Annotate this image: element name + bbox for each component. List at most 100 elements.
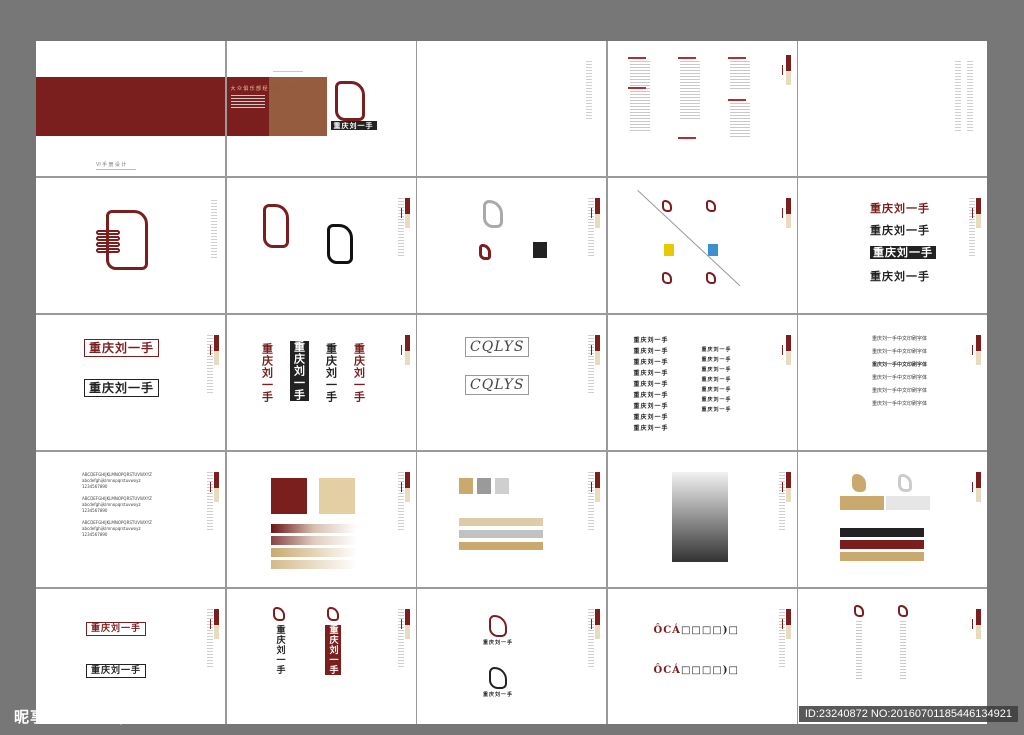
contents-list-3 — [729, 61, 750, 91]
section-tab — [591, 335, 600, 365]
site-url: www.nipic.cn — [70, 711, 161, 725]
gold-background — [840, 496, 884, 510]
font-sample: 重庆刘一手中文印刷字体 — [872, 388, 928, 394]
wordmark-vertical-red: 重庆刘一手 — [352, 343, 366, 403]
font-sample: 重庆刘一手中文印刷字体 — [872, 362, 928, 368]
contents-page — [607, 41, 797, 176]
aux-table-row — [459, 518, 543, 526]
combo-stacked-label: 重庆刘一手 — [483, 640, 514, 646]
blank-page — [417, 41, 606, 176]
font-sample: 重庆刘一手中文印刷字体 — [872, 375, 928, 381]
combo-vertical-page: 重庆刘一手 重庆刘一手 — [226, 589, 416, 724]
wordmark-vertical-inverted: 重庆刘一手 — [289, 341, 309, 401]
thumb-logo-dark-icon — [489, 667, 507, 689]
side-text — [969, 198, 975, 258]
thumb-logo-icon — [489, 615, 507, 637]
misuse-diagonal — [636, 190, 740, 287]
wordmark: 重庆刘一手 — [870, 202, 930, 215]
gold-tint-scale — [270, 548, 357, 557]
section-tab — [400, 472, 410, 502]
gold-tint-scale — [270, 560, 357, 569]
font-sample: 重庆刘一手中文印刷字体 — [872, 349, 928, 355]
section-marker — [677, 57, 696, 59]
section-tab — [781, 609, 791, 639]
font-sample: 重庆刘一手中文印刷字体 — [872, 401, 928, 407]
logo-misuse-page — [607, 178, 797, 313]
digits: 1234567890 — [82, 532, 108, 537]
wordmark-vertical-page: 重庆刘一手 重庆刘一手 重庆刘一手 重庆刘一手 — [226, 315, 416, 450]
misuse-icon — [661, 200, 672, 212]
combo-vertical-latin-page — [798, 589, 987, 724]
side-text — [211, 200, 217, 260]
section-tab — [591, 609, 600, 639]
section-tab — [210, 472, 219, 502]
misuse-icon — [705, 272, 716, 284]
aux-light-swatch — [495, 478, 509, 494]
misuse-icon — [661, 272, 672, 284]
combo-latin: ÔCÁ□□□□)□ — [653, 625, 739, 636]
font-sample: 重庆刘一手中文印刷字体 — [872, 336, 928, 342]
side-text — [967, 61, 973, 131]
contents-list-4 — [629, 91, 650, 131]
brand-red-swatch — [270, 478, 307, 514]
brand-gold-swatch — [318, 478, 355, 514]
side-text — [207, 609, 213, 669]
vertical-latin-text — [856, 621, 862, 681]
red-tint-scale — [270, 536, 357, 545]
side-text — [955, 61, 961, 131]
side-text — [588, 472, 594, 532]
latin-wordmark-grid: CQLYS — [465, 375, 530, 395]
combo-horizontal: 重庆刘一手 — [86, 621, 147, 636]
side-text — [397, 198, 404, 258]
cover-illustration — [268, 77, 327, 136]
wordmark-scale-right: 重庆刘一手 重庆刘一手 重庆刘一手 重庆刘一手 重庆刘一手 重庆刘一手 重庆刘一手 — [701, 347, 732, 413]
aux-table-row — [459, 530, 543, 538]
thumb-small-icon — [326, 607, 339, 621]
wordmark-scale-page: 重庆刘一手 重庆刘一手 重庆刘一手 重庆刘一手 重庆刘一手 重庆刘一手 重庆刘一手 重庆刘一手… — [607, 315, 797, 450]
wordmark-grid: 重庆刘一手 — [84, 339, 160, 357]
index-label: VI 手 册 设 计 — [96, 162, 127, 168]
section-tab — [781, 335, 791, 365]
section-tab — [972, 198, 981, 228]
gold-row — [840, 552, 924, 561]
intro-page — [798, 41, 987, 176]
wordmark-vertical: 重庆刘一手 — [260, 343, 274, 403]
grey-scale-page — [607, 452, 797, 587]
aux-grey-swatch — [477, 478, 491, 494]
combo-stacked-label: 重庆刘一手 — [483, 692, 514, 698]
misuse-icon — [705, 200, 716, 212]
section-tab — [591, 472, 600, 502]
thumb-logo-grey-icon — [483, 200, 503, 228]
section-tab — [210, 609, 219, 639]
side-text — [397, 472, 404, 532]
cover-page-right: 大 众 俱 乐 部 经 典 刘 一 手 重庆刘一手 — [226, 41, 416, 176]
section-marker — [677, 137, 696, 139]
section-marker — [727, 99, 746, 101]
section-tab — [781, 472, 791, 502]
auxiliary-color-page — [417, 452, 606, 587]
aux-gold-swatch — [459, 478, 473, 494]
side-text — [397, 609, 404, 669]
font-spec-page: 重庆刘一手中文印刷字体 重庆刘一手中文印刷字体 重庆刘一手中文印刷字体 重庆刘一… — [798, 315, 987, 450]
latin-font-page: ABCDEFGHIJKLMNOPQRSTUVWXYZ abcdefghijklm… — [36, 452, 225, 587]
thumb-logo-grid-icon — [262, 204, 289, 248]
combo-latin-page: ÔCÁ□□□□)□ ÔCÁ□□□□)□ — [607, 589, 797, 724]
section-tab — [972, 335, 981, 365]
combo-vertical: 重庆刘一手 — [274, 625, 285, 675]
grey-scale-bar — [671, 472, 728, 562]
thumb-logo-icon — [334, 81, 365, 121]
vertical-latin-text — [900, 621, 906, 681]
side-text — [588, 609, 594, 669]
digits: 1234567890 — [82, 508, 108, 513]
thumb-small-icon — [854, 605, 864, 617]
side-text — [207, 335, 213, 395]
section-tab — [400, 198, 410, 228]
wordmark-black: 重庆刘一手 — [870, 270, 930, 283]
grey-background — [886, 496, 930, 510]
side-text — [207, 472, 213, 532]
thumb-small-icon — [272, 607, 285, 621]
section-tab — [400, 609, 410, 639]
logo-spec-page — [417, 178, 606, 313]
side-text — [778, 472, 785, 532]
latin-wordmark-page: CQLYS CQLYS — [417, 315, 606, 450]
